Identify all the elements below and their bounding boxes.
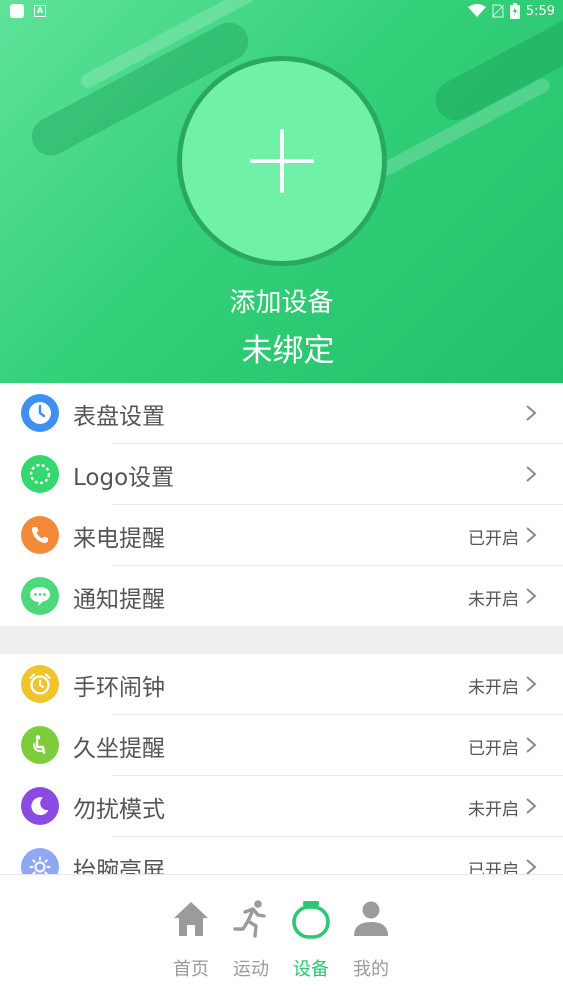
chevron-right-icon: [526, 405, 537, 421]
tab-label: 首页: [173, 959, 209, 980]
tab-label: 运动: [233, 959, 269, 980]
chevron-right-icon: [526, 588, 537, 604]
plus-icon: [250, 129, 314, 193]
settings-list-2: 手环闹钟 未开启 久坐提醒 已开启 勿扰模式 未开启 抬腕亮屏 已开启: [0, 654, 563, 898]
clock-icon: [21, 394, 59, 432]
setting-row-alarm[interactable]: 手环闹钟 未开启: [0, 654, 563, 715]
a-notification-icon: A: [34, 5, 46, 17]
alarm-clock-icon: [21, 665, 59, 703]
clock-time: 5:59: [525, 3, 555, 19]
sitting-person-icon: [21, 726, 59, 764]
chevron-right-icon: [526, 798, 537, 814]
tab-label: 我的: [353, 959, 389, 980]
tab-label: 设备: [293, 959, 329, 980]
tab-mine[interactable]: 我的: [341, 899, 401, 980]
setting-label: 勿扰模式: [73, 797, 165, 823]
device-header: A 5:59 添加设备 未绑定: [0, 0, 563, 383]
setting-state: 未开启: [468, 590, 519, 610]
setting-state: 未开启: [468, 678, 519, 698]
setting-label: 表盘设置: [73, 404, 165, 430]
bottom-tab-bar: 首页 运动 设备 我的: [0, 874, 563, 1002]
add-device-button[interactable]: [177, 56, 387, 266]
setting-row-watchface[interactable]: 表盘设置: [0, 383, 563, 444]
chevron-right-icon: [526, 466, 537, 482]
section-separator: [0, 626, 563, 654]
logo-ring-icon: [21, 455, 59, 493]
status-bar: A 5:59: [0, 0, 563, 24]
message-icon: [21, 577, 59, 615]
setting-row-call-alert[interactable]: 来电提醒 已开启: [0, 505, 563, 566]
setting-row-do-not-disturb[interactable]: 勿扰模式 未开启: [0, 776, 563, 837]
wifi-icon: [467, 4, 486, 17]
add-device-label: 添加设备: [229, 288, 334, 318]
setting-label: 手环闹钟: [73, 675, 165, 701]
setting-label: 通知提醒: [73, 587, 165, 613]
setting-state: 已开启: [468, 529, 519, 549]
moon-icon: [21, 787, 59, 825]
setting-state: 已开启: [468, 739, 519, 759]
setting-row-notification[interactable]: 通知提醒 未开启: [0, 566, 563, 627]
battery-icon: [509, 3, 520, 19]
setting-label: Logo设置: [73, 465, 175, 491]
setting-label: 来电提醒: [73, 526, 165, 552]
settings-list-1: 表盘设置 Logo设置 来电提醒 已开启 通知提醒 未开启: [0, 383, 563, 627]
setting-row-sedentary[interactable]: 久坐提醒 已开启: [0, 715, 563, 776]
chevron-right-icon: [526, 737, 537, 753]
notification-icon: [10, 4, 24, 18]
person-icon: [354, 901, 388, 936]
chevron-right-icon: [526, 527, 537, 543]
setting-state: 未开启: [468, 800, 519, 820]
setting-row-logo[interactable]: Logo设置: [0, 444, 563, 505]
band-icon: [292, 901, 330, 939]
tab-home[interactable]: 首页: [161, 899, 221, 980]
phone-icon: [21, 516, 59, 554]
chevron-right-icon: [526, 676, 537, 692]
setting-label: 久坐提醒: [73, 736, 165, 762]
home-icon: [174, 902, 208, 936]
no-sim-icon: [491, 4, 504, 18]
tab-device[interactable]: 设备: [281, 899, 341, 980]
tab-sport[interactable]: 运动: [221, 899, 281, 980]
running-icon: [233, 900, 266, 938]
bind-status: 未绑定: [241, 333, 335, 369]
